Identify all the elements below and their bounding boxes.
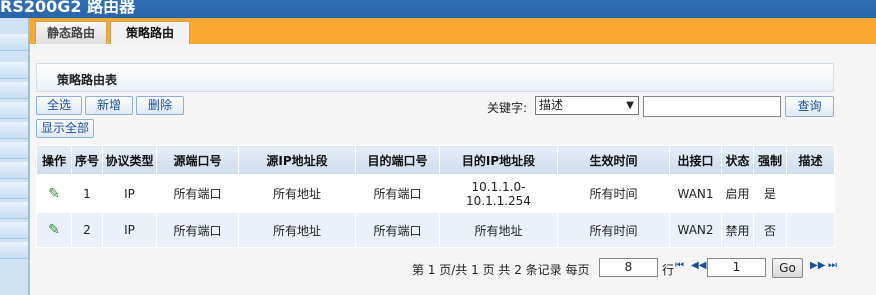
cell-status: 禁用: [721, 212, 754, 248]
col-header-src-port: 源端口号: [156, 145, 239, 175]
cell-dst-ip: 所有地址: [439, 212, 558, 248]
cell-src-port: 所有端口: [156, 212, 239, 248]
col-header-iface: 出接口: [669, 145, 722, 175]
last-page-icon[interactable]: ⏭: [828, 260, 837, 271]
cell-time: 所有时间: [557, 212, 670, 248]
cell-force: 否: [753, 212, 787, 248]
dropdown-arrow-icon: ▼: [626, 100, 634, 111]
keyword-select-value: 描述: [539, 98, 564, 112]
policy-route-table: 操作 序号 协议类型 源端口号 源IP地址段 目的端口号 目的IP地址段 生效时…: [36, 145, 835, 248]
cell-iface: WAN2: [669, 212, 722, 248]
first-page-icon[interactable]: ⏮: [675, 260, 684, 271]
cell-protocol: IP: [102, 174, 157, 213]
sidebar-item[interactable]: [0, 34, 28, 51]
sidebar-item[interactable]: [0, 102, 28, 119]
cell-iface: WAN1: [669, 174, 722, 213]
col-header-src-ip: 源IP地址段: [238, 145, 356, 175]
sidebar-item[interactable]: [0, 202, 28, 219]
cell-status: 启用: [721, 174, 754, 213]
page-number-input[interactable]: 1: [707, 258, 766, 277]
app-title: RS200G2 路由器: [0, 0, 136, 16]
sidebar-item[interactable]: [0, 182, 28, 199]
cell-dst-port: 所有端口: [355, 174, 440, 213]
sidebar-item[interactable]: [0, 222, 28, 239]
col-header-protocol: 协议类型: [102, 145, 157, 175]
add-button[interactable]: 新增: [85, 96, 133, 115]
delete-button[interactable]: 删除: [136, 96, 184, 115]
sidebar-item[interactable]: [0, 142, 28, 159]
sidebar-item[interactable]: [0, 62, 28, 79]
cell-protocol: IP: [102, 212, 157, 248]
tab-static-route[interactable]: 静态路由: [35, 21, 107, 44]
col-header-time: 生效时间: [557, 145, 670, 175]
table-row: ✎ 1 IP 所有端口 所有地址 所有端口 10.1.1.0- 10.1.1.2…: [36, 174, 835, 213]
cell-dst-port: 所有端口: [355, 212, 440, 248]
sidebar-item[interactable]: [0, 122, 28, 139]
cell-desc: [786, 212, 835, 248]
select-all-button[interactable]: 全选: [36, 96, 82, 115]
prev-page-icon[interactable]: ◀◀: [691, 260, 706, 271]
col-header-dst-ip: 目的IP地址段: [439, 145, 558, 175]
tab-policy-route[interactable]: 策略路由: [110, 21, 190, 44]
col-header-force: 强制: [753, 145, 787, 175]
cell-seq: 1: [71, 174, 103, 213]
cell-dst-ip: 10.1.1.0- 10.1.1.254: [439, 174, 558, 213]
col-header-seq: 序号: [71, 145, 103, 175]
keyword-select[interactable]: 描述 ▼: [535, 96, 639, 115]
rows-label: 行: [662, 263, 675, 277]
tab-strip: 静态路由 策略路由: [30, 18, 876, 44]
show-all-button[interactable]: 显示全部: [36, 119, 94, 138]
sidebar-item[interactable]: [0, 162, 28, 179]
sidebar-item[interactable]: [0, 242, 28, 259]
edit-cell: ✎: [36, 212, 72, 248]
edit-cell: ✎: [36, 174, 72, 213]
search-input[interactable]: [643, 96, 781, 117]
pagination-summary: 第 1 页/共 1 页 共 2 条记录 每页: [412, 263, 590, 277]
go-button[interactable]: Go: [772, 258, 803, 278]
dst-ip-line: 10.1.1.0-: [471, 179, 526, 194]
sidebar-item[interactable]: [0, 82, 28, 99]
cell-src-ip: 所有地址: [238, 212, 356, 248]
col-header-desc: 描述: [786, 145, 835, 175]
cell-time: 所有时间: [557, 174, 670, 213]
edit-pencil-icon[interactable]: ✎: [48, 186, 60, 202]
col-header-status: 状态: [721, 145, 754, 175]
table-header-row: 操作 序号 协议类型 源端口号 源IP地址段 目的端口号 目的IP地址段 生效时…: [36, 145, 835, 175]
cell-desc: [786, 174, 835, 213]
keyword-label: 关键字:: [487, 101, 528, 115]
per-page-input[interactable]: 8: [599, 258, 658, 277]
search-button[interactable]: 查询: [785, 96, 834, 117]
next-page-icon[interactable]: ▶▶: [810, 260, 825, 271]
cell-force: 是: [753, 174, 787, 213]
col-header-action: 操作: [36, 145, 72, 175]
col-header-dst-port: 目的端口号: [355, 145, 440, 175]
cell-src-ip: 所有地址: [238, 174, 356, 213]
edit-pencil-icon[interactable]: ✎: [48, 222, 60, 238]
dst-ip-line: 所有地址: [474, 223, 523, 238]
top-header-bar: RS200G2 路由器: [0, 0, 876, 18]
panel-title: 策略路由表: [57, 73, 118, 87]
panel-header: 策略路由表: [36, 63, 834, 92]
sidebar: [0, 18, 30, 295]
cell-seq: 2: [71, 212, 103, 248]
cell-src-port: 所有端口: [156, 174, 239, 213]
table-row: ✎ 2 IP 所有端口 所有地址 所有端口 所有地址 所有时间 WAN2 禁用 …: [36, 212, 835, 248]
dst-ip-line: 10.1.1.254: [466, 193, 531, 208]
